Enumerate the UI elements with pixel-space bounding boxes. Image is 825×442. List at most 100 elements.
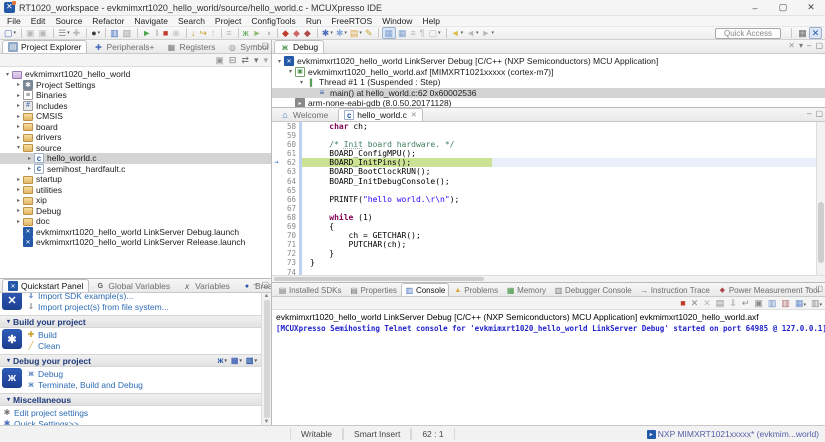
remove-all-launches-icon[interactable]: ✕ — [703, 298, 711, 309]
import-from-filesystem-link[interactable]: ⇓ Import project(s) from file system... — [26, 301, 169, 312]
twistie-icon[interactable]: ▸ — [14, 92, 23, 99]
build-icon[interactable]: ☰ ▾ — [57, 27, 71, 39]
minimize-view-icon[interactable]: ‒ — [253, 41, 257, 50]
twistie-icon[interactable]: ▸ — [14, 81, 23, 88]
menu-item[interactable]: ConfigTools — [246, 16, 300, 26]
tree-row[interactable]: ▾ evkmimxrt1020_hello_world — [0, 69, 271, 80]
profile-icon[interactable]: ◑ — [265, 27, 273, 39]
menu-item[interactable]: Run — [301, 16, 327, 26]
twistie-icon[interactable]: ▸ — [14, 113, 23, 120]
twistie-icon[interactable]: ▸ — [14, 176, 23, 183]
step-into-icon[interactable]: ↓ — [190, 27, 198, 39]
tree-row[interactable]: evkmimxrt1020_hello_world LinkServer Rel… — [0, 237, 271, 248]
import-sdk-examples-link[interactable]: ⇓ Import SDK example(s)... — [26, 293, 169, 301]
line-number[interactable]: 65 — [281, 186, 299, 195]
twistie-icon[interactable]: ▾ — [3, 71, 12, 78]
line-number[interactable]: 60 — [281, 140, 299, 149]
twistie-icon[interactable]: ▾ — [275, 58, 284, 65]
flash-programmer-icon[interactable]: ▥ — [109, 27, 121, 39]
gui-flash-tool-icon[interactable]: ▧ — [122, 27, 134, 39]
twistie-icon[interactable]: ▸ — [14, 123, 23, 130]
attach-dropdown-icon[interactable]: ▦ ▾ — [231, 356, 242, 365]
debug-icon[interactable]: ж — [242, 27, 251, 39]
twistie-icon[interactable]: ▸ — [14, 186, 23, 193]
tree-row[interactable]: arm-none-eabi-gdb (8.0.50.20171128) — [272, 98, 825, 107]
flash-dropdown-icon[interactable]: ▥ ▾ — [246, 356, 257, 365]
resume-icon[interactable]: ► — [141, 27, 153, 39]
step-return-icon[interactable]: ↑ — [210, 27, 218, 39]
menu-item[interactable]: FreeRTOS — [326, 16, 377, 26]
suspend-icon[interactable]: ‖ — [154, 27, 161, 39]
clean-link[interactable]: ╱ Clean — [26, 340, 61, 351]
maximize-view-icon[interactable]: ▢ — [815, 109, 823, 118]
new-wizard-icon[interactable]: ▢ ▾ — [3, 27, 17, 39]
open-perspective-icon[interactable]: ▦ — [796, 27, 809, 39]
last-edit-location-icon[interactable]: ◄ ▾ — [450, 27, 464, 39]
view-tab[interactable]: Debugger Console — [550, 283, 636, 296]
maximize-view-icon[interactable]: ▢ — [815, 41, 823, 50]
menu-item[interactable]: Search — [173, 16, 210, 26]
pin-console-icon[interactable]: ▣ — [754, 298, 763, 309]
tree-row[interactable]: ▾ evkmimxrt1020_hello_world LinkServer D… — [272, 56, 825, 67]
config-tools-icon[interactable]: ✱ ▾ — [321, 27, 334, 39]
terminate-icon[interactable]: ■ — [680, 298, 685, 308]
scrollbar-thumb[interactable] — [274, 277, 485, 281]
view-tab[interactable]: Project Explorer — [2, 40, 88, 53]
view-tab[interactable]: Console — [400, 283, 450, 296]
step-over-icon[interactable]: ↪ — [198, 27, 209, 39]
develop-perspective-icon[interactable]: ✕ — [809, 27, 822, 39]
tree-row[interactable]: ▸ Debug — [0, 206, 271, 217]
tree-row[interactable]: main() at hello_world.c:62 0x60002536 — [272, 87, 825, 98]
twistie-icon[interactable]: ▾ — [297, 79, 306, 86]
line-number[interactable]: 66 — [281, 195, 299, 204]
twistie-icon[interactable]: ▸ — [14, 102, 23, 109]
line-number[interactable]: 64 — [281, 177, 299, 186]
editor-tab[interactable]: hello_world.c✕ — [338, 108, 423, 121]
twistie-icon[interactable]: ▸ — [14, 197, 23, 204]
minimize-view-icon[interactable]: ‒ — [807, 109, 811, 118]
tree-row[interactable]: evkmimxrt1020_hello_world LinkServer Deb… — [0, 226, 271, 238]
tree-row[interactable]: ▸ board — [0, 122, 271, 133]
pins-tool-icon[interactable]: ✱ ▾ — [335, 27, 348, 39]
view-tab[interactable]: Registers — [160, 40, 221, 53]
remove-launch-icon[interactable]: ✕ — [691, 298, 699, 309]
toolbar-separator[interactable] — [445, 28, 447, 38]
maximize-view-icon[interactable]: ▢ — [261, 280, 269, 289]
menu-item[interactable]: Project — [210, 16, 246, 26]
show-whitespace-icon[interactable]: ¶ — [419, 27, 427, 39]
toolbar-separator[interactable] — [185, 28, 187, 38]
open-resource-icon[interactable]: ▤ ▾ — [349, 27, 363, 39]
show-on-stderr-icon[interactable]: ▥ — [781, 298, 790, 309]
block-selection-icon[interactable]: ▢ ▾ — [428, 27, 442, 39]
tree-row[interactable]: ▸ doc — [0, 216, 271, 227]
minimize-view-icon[interactable]: ‒ — [253, 280, 257, 289]
word-wrap-icon[interactable]: ↵ — [742, 298, 750, 309]
tree-row[interactable]: ▸ utilities — [0, 185, 271, 196]
toolbar-separator[interactable] — [21, 28, 23, 38]
focus-active-task-icon[interactable]: ▣ — [215, 55, 224, 66]
save-icon[interactable]: ▣ — [25, 27, 37, 39]
editor-tab[interactable]: Welcome — [274, 108, 338, 121]
misc-section-header[interactable]: ▾ Miscellaneous — [0, 393, 261, 406]
view-tab[interactable]: Instruction Trace — [636, 283, 714, 296]
quick-access-box[interactable]: Quick Access — [714, 27, 781, 39]
tree-row[interactable]: ▸ Includes — [0, 100, 271, 112]
trace-icon[interactable]: ◆ — [281, 27, 291, 39]
edit-project-settings-link[interactable]: ✱ Edit project settings — [2, 407, 259, 418]
run-icon[interactable]: ► — [252, 27, 264, 39]
toolbar-separator[interactable] — [277, 28, 279, 38]
twistie-icon[interactable]: ▸ — [25, 165, 34, 172]
line-number[interactable]: 62 — [281, 158, 299, 167]
line-number[interactable]: 61 — [281, 149, 299, 158]
line-number[interactable]: 70 — [281, 231, 299, 240]
menu-item[interactable]: Source — [50, 16, 87, 26]
pin-view-icon[interactable]: ▦ — [382, 27, 396, 39]
menu-item[interactable]: Edit — [26, 16, 51, 26]
twistie-icon[interactable]: ▸ — [14, 134, 23, 141]
view-tab[interactable]: Problems — [449, 283, 502, 296]
toolbar-separator[interactable] — [316, 28, 318, 38]
menu-item[interactable]: Refactor — [87, 16, 129, 26]
build-section-header[interactable]: ▾ Build your project — [0, 315, 261, 328]
link-with-editor-icon[interactable]: ⇄ — [241, 55, 249, 66]
minimize-view-icon[interactable]: ‒ — [807, 284, 811, 293]
